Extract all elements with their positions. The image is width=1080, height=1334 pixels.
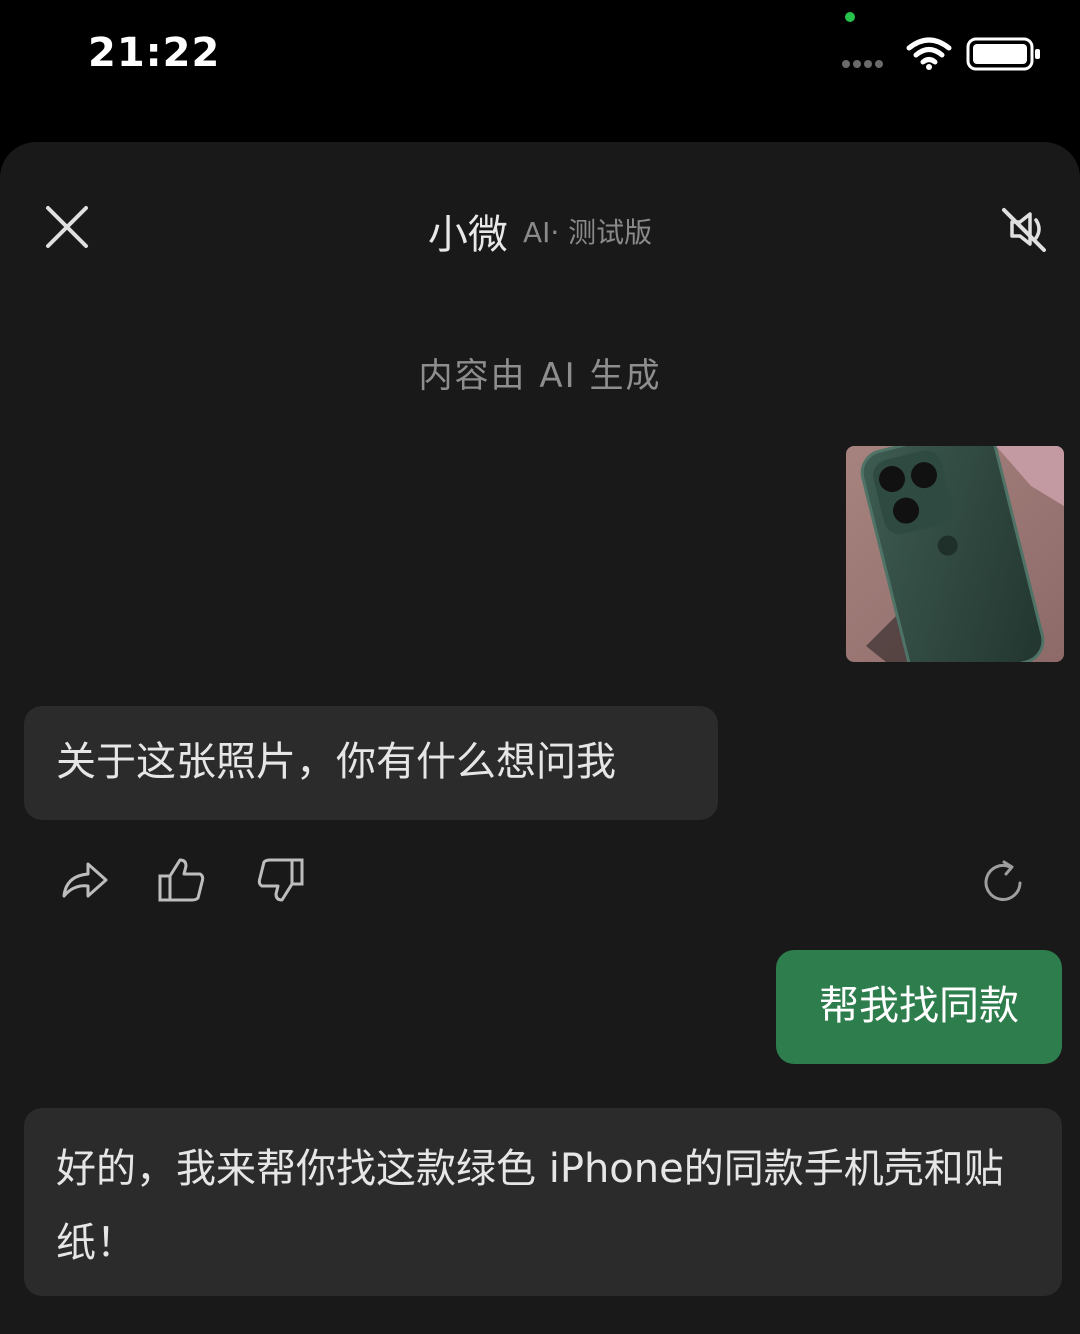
camera-indicator-dot: [845, 12, 855, 22]
header-title: 小微 AI· 测试版: [0, 202, 1080, 260]
status-time: 21:22: [88, 30, 221, 76]
assistant-message: 好的，我来帮你找这款绿色 iPhone的同款手机壳和贴纸！: [24, 1108, 1062, 1296]
user-message: 帮我找同款: [776, 950, 1062, 1064]
status-bar: 21:22: [0, 0, 1080, 140]
photo-thumbnail[interactable]: [846, 446, 1064, 662]
page-title: 小微: [427, 212, 508, 258]
assistant-message: 关于这张照片，你有什么想问我: [24, 706, 718, 820]
chat-sheet: 小微 AI· 测试版 内容由 AI 生成 关于这张照片，你有什么想问我 帮我找同…: [0, 142, 1080, 1334]
page-subtitle: AI· 测试版: [522, 216, 653, 249]
refresh-icon[interactable]: [976, 856, 1030, 910]
ai-disclaimer: 内容由 AI 生成: [418, 356, 662, 396]
mute-icon[interactable]: [996, 202, 1050, 256]
thumbs-down-icon[interactable]: [254, 854, 306, 906]
thumbs-up-icon[interactable]: [156, 854, 208, 906]
signal-dots-icon: [842, 60, 894, 70]
wifi-icon: [906, 37, 952, 70]
battery-icon: [966, 37, 1040, 71]
share-icon[interactable]: [58, 854, 110, 906]
